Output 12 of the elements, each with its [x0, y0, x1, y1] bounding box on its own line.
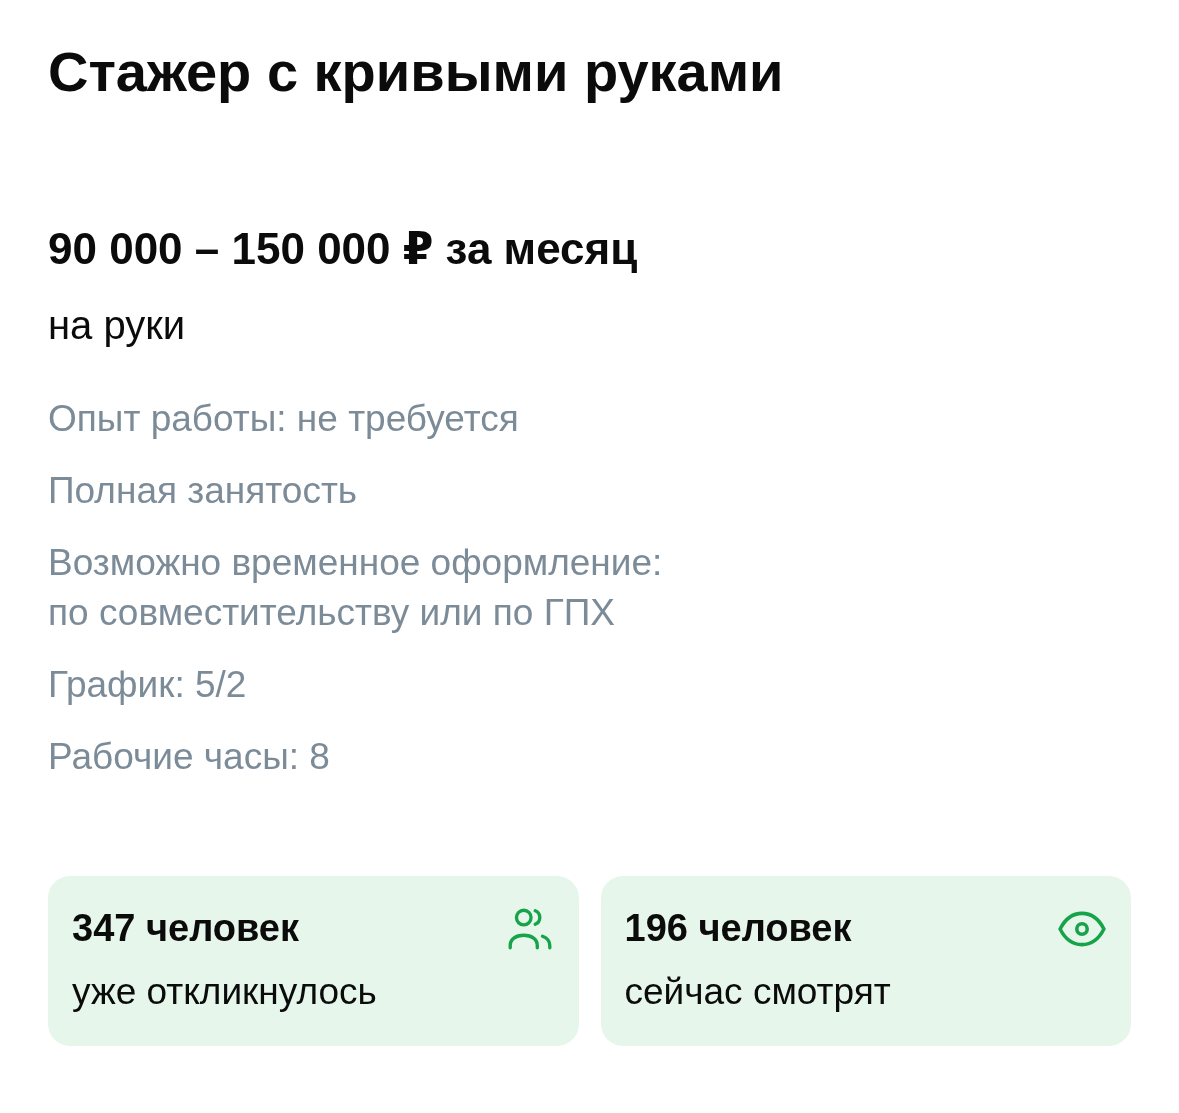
salary: 90 000 – 150 000 ₽ за месяц — [48, 223, 639, 275]
vacancy-title: Стажер с кривыми руками — [48, 39, 785, 105]
vacancy-detail: Опыт работы: не требуется — [48, 397, 520, 441]
vacancy-detail: Возможно временное оформление: по совместительству или по ГПХ — [48, 541, 664, 635]
salary-note: на руки — [48, 302, 187, 349]
stat-label: уже откликнулось — [72, 970, 377, 1014]
vacancy-detail: Рабочие часы: 8 — [48, 735, 331, 779]
stat-count: 347 человек — [72, 906, 301, 951]
stat-label: сейчас смотрят — [624, 970, 891, 1014]
vacancy-detail: График: 5/2 — [48, 663, 248, 707]
stat-count: 196 человек — [624, 906, 853, 951]
vacancy-detail: Полная занятость — [48, 469, 359, 513]
